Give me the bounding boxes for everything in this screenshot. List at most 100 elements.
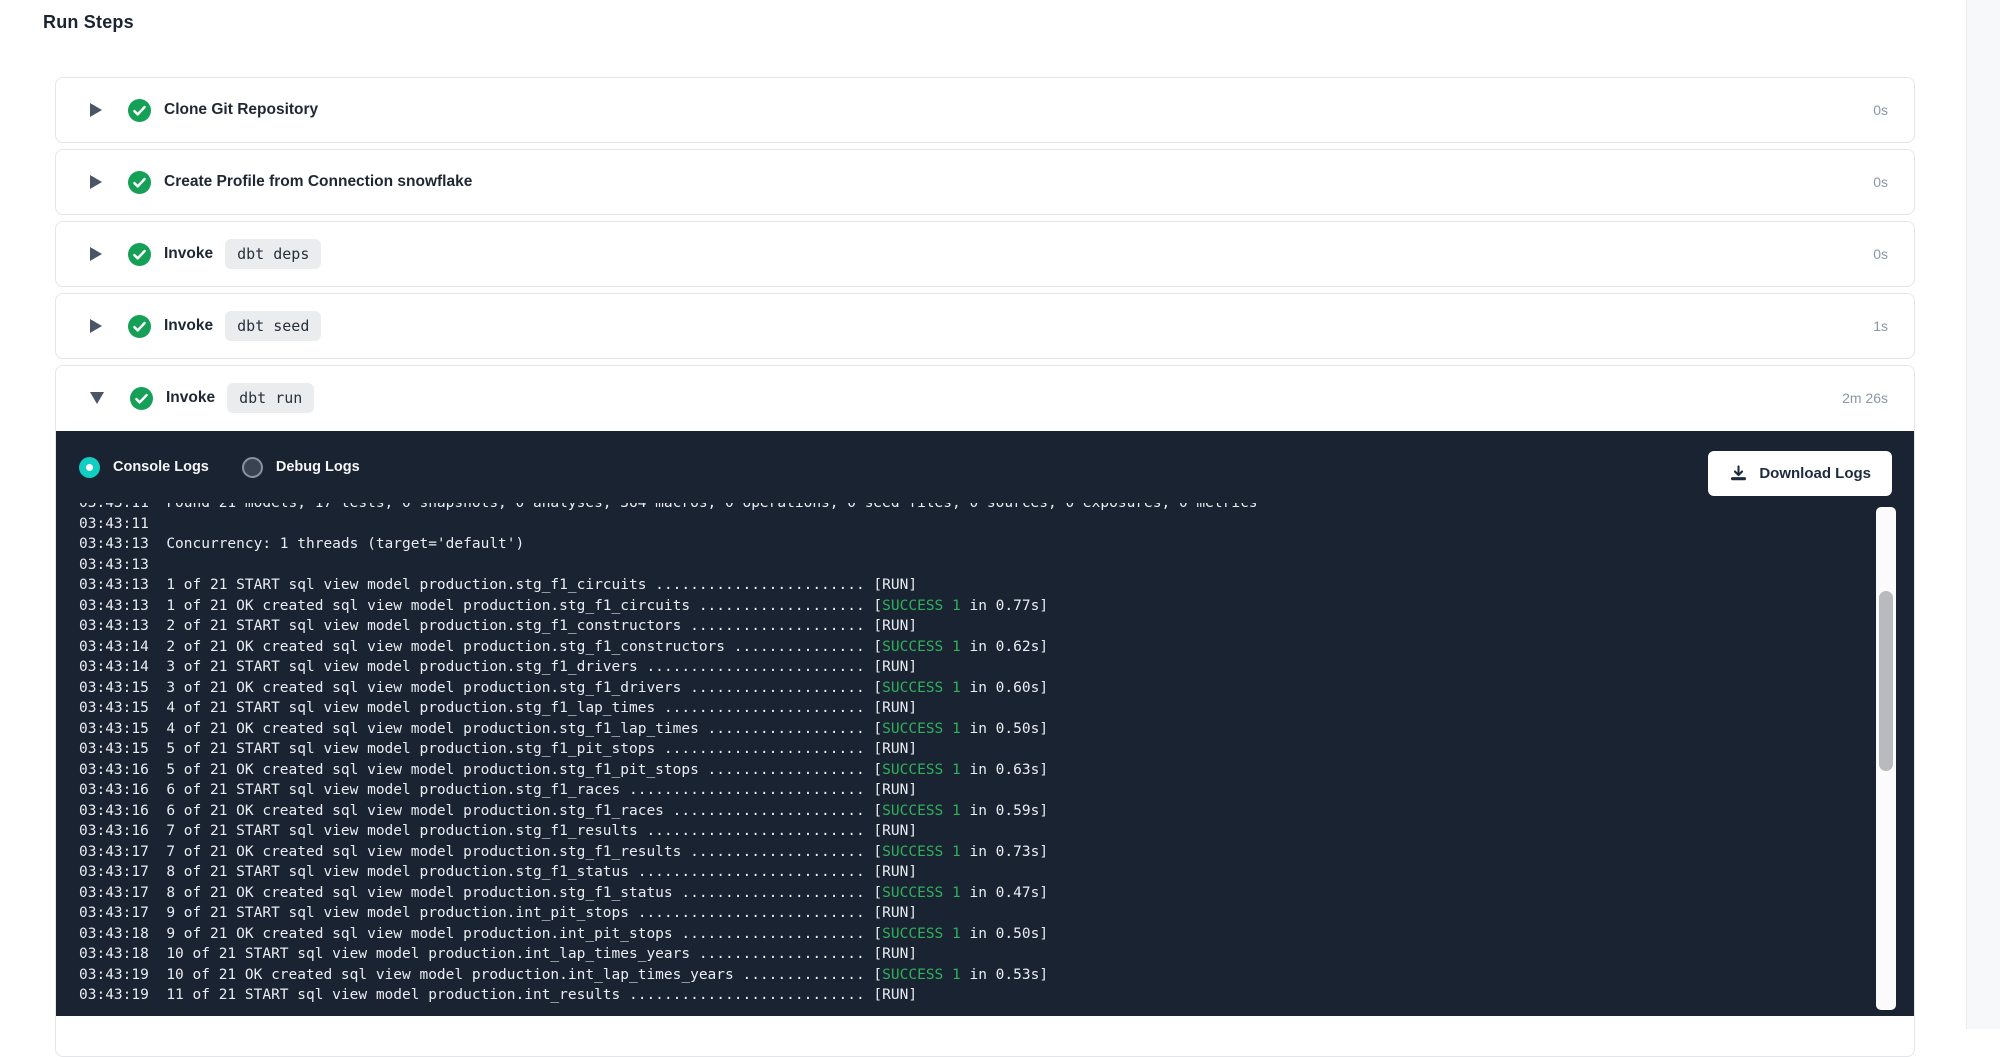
log-status-success: SUCCESS 1 — [882, 598, 961, 614]
log-message: Concurrency: 1 threads (target='default'… — [166, 536, 524, 552]
log-line: 03:43:13 2 of 21 START sql view model pr… — [79, 616, 1914, 637]
log-timestamp: 03:43:16 — [79, 762, 149, 778]
step-duration: 0s — [1873, 102, 1888, 118]
log-status-tail: in 0.59s] — [961, 803, 1048, 819]
log-status-success: SUCCESS 1 — [882, 721, 961, 737]
log-status-success: SUCCESS 1 — [882, 967, 961, 983]
log-line: 03:43:13 1 of 21 OK created sql view mod… — [79, 596, 1914, 617]
log-message: 5 of 21 OK created sql view model produc… — [166, 762, 864, 778]
step-row[interactable]: Invoke dbt seed 1s — [56, 294, 1914, 358]
debug-logs-radio[interactable]: Debug Logs — [242, 457, 360, 478]
page-gutter — [1966, 0, 2000, 1029]
log-line: 03:43:18 9 of 21 OK created sql view mod… — [79, 924, 1914, 945]
log-status-tail: in 0.63s] — [961, 762, 1048, 778]
step-duration: 1s — [1873, 318, 1888, 334]
log-timestamp: 03:43:15 — [79, 741, 149, 757]
console-logs-label: Console Logs — [113, 459, 209, 475]
log-message: 1 of 21 OK created sql view model produc… — [166, 598, 864, 614]
step-row[interactable]: Create Profile from Connection snowflake… — [56, 150, 1914, 214]
log-status-tail: RUN] — [882, 905, 917, 921]
console-log-output[interactable]: 03:43:11 Found 21 models, 17 tests, 0 sn… — [56, 503, 1914, 1016]
success-check-icon — [128, 171, 151, 194]
log-status-success: SUCCESS 1 — [882, 762, 961, 778]
log-message: 7 of 21 START sql view model production.… — [166, 823, 864, 839]
log-message: 6 of 21 OK created sql view model produc… — [166, 803, 864, 819]
chevron-right-icon[interactable] — [90, 175, 102, 189]
step-duration: 0s — [1873, 246, 1888, 262]
log-timestamp: 03:43:13 — [79, 557, 149, 573]
log-timestamp: 03:43:15 — [79, 700, 149, 716]
log-message: 4 of 21 OK created sql view model produc… — [166, 721, 864, 737]
log-status-success: SUCCESS 1 — [882, 885, 961, 901]
log-status-success: SUCCESS 1 — [882, 803, 961, 819]
log-timestamp: 03:43:16 — [79, 803, 149, 819]
log-line: 03:43:15 4 of 21 OK created sql view mod… — [79, 719, 1914, 740]
log-line: 03:43:15 4 of 21 START sql view model pr… — [79, 698, 1914, 719]
log-line: 03:43:17 8 of 21 OK created sql view mod… — [79, 883, 1914, 904]
chevron-right-icon[interactable] — [90, 103, 102, 117]
run-steps-list: Clone Git Repository0s Create Profile fro… — [55, 77, 1915, 1057]
log-line: 03:43:14 3 of 21 START sql view model pr… — [79, 657, 1914, 678]
log-status-tail: RUN] — [882, 864, 917, 880]
step-label: Create Profile from Connection snowflake — [164, 173, 472, 191]
log-status-success: SUCCESS 1 — [882, 639, 961, 655]
log-line: 03:43:16 5 of 21 OK created sql view mod… — [79, 760, 1914, 781]
download-logs-button[interactable]: Download Logs — [1708, 451, 1892, 496]
log-line: 03:43:19 11 of 21 START sql view model p… — [79, 985, 1914, 1006]
log-scrollbar-track[interactable] — [1876, 507, 1896, 1010]
log-message: 10 of 21 START sql view model production… — [166, 946, 864, 962]
log-line: 03:43:17 8 of 21 START sql view model pr… — [79, 862, 1914, 883]
log-timestamp: 03:43:18 — [79, 946, 149, 962]
log-status-tail: in 0.53s] — [961, 967, 1048, 983]
radio-selected-icon[interactable] — [79, 457, 100, 478]
chevron-right-icon[interactable] — [90, 247, 102, 261]
log-scrollbar-thumb[interactable] — [1879, 591, 1893, 771]
log-message: 10 of 21 OK created sql view model produ… — [166, 967, 864, 983]
step-label: Invoke — [164, 245, 213, 263]
log-line: 03:43:11 — [79, 514, 1914, 535]
step-command-badge: dbt deps — [225, 239, 321, 269]
step-label: Invoke — [164, 317, 213, 335]
log-status-tail: in 0.73s] — [961, 844, 1048, 860]
step-card: Clone Git Repository0s — [55, 77, 1915, 143]
log-message: 9 of 21 OK created sql view model produc… — [166, 926, 864, 942]
log-timestamp: 03:43:17 — [79, 885, 149, 901]
chevron-down-icon[interactable] — [90, 392, 104, 404]
chevron-right-icon[interactable] — [90, 319, 102, 333]
log-timestamp: 03:43:11 — [79, 503, 149, 511]
success-check-icon — [130, 387, 153, 410]
log-message: 6 of 21 START sql view model production.… — [166, 782, 864, 798]
success-check-icon — [128, 99, 151, 122]
log-status-tail: in 0.50s] — [961, 721, 1048, 737]
log-timestamp: 03:43:15 — [79, 680, 149, 696]
log-line: 03:43:15 3 of 21 OK created sql view mod… — [79, 678, 1914, 699]
console-logs-radio[interactable]: Console Logs — [79, 457, 209, 478]
log-lines: 03:43:11 Found 21 models, 17 tests, 0 sn… — [79, 503, 1914, 1006]
log-timestamp: 03:43:16 — [79, 823, 149, 839]
step-command-badge: dbt seed — [225, 311, 321, 341]
radio-unselected-icon[interactable] — [242, 457, 263, 478]
log-message: 4 of 21 START sql view model production.… — [166, 700, 864, 716]
debug-logs-label: Debug Logs — [276, 459, 360, 475]
log-line: 03:43:17 9 of 21 START sql view model pr… — [79, 903, 1914, 924]
step-command-badge: dbt run — [227, 383, 314, 413]
log-timestamp: 03:43:18 — [79, 926, 149, 942]
log-message: 1 of 21 START sql view model production.… — [166, 577, 864, 593]
console-toolbar: Console Logs Debug Logs Download Logs — [56, 431, 1914, 503]
log-status-tail: RUN] — [882, 987, 917, 1003]
step-duration: 0s — [1873, 174, 1888, 190]
log-status-tail: in 0.60s] — [961, 680, 1048, 696]
step-row[interactable]: Invokedbt run2m 26s — [56, 366, 1914, 430]
step-label: Invoke — [166, 389, 215, 407]
step-row[interactable]: Invoke dbt deps 0s — [56, 222, 1914, 286]
log-message: 8 of 21 OK created sql view model produc… — [166, 885, 864, 901]
log-timestamp: 03:43:17 — [79, 844, 149, 860]
step-card: Invoke dbt deps 0s — [55, 221, 1915, 287]
step-row[interactable]: Clone Git Repository0s — [56, 78, 1914, 142]
log-timestamp: 03:43:14 — [79, 659, 149, 675]
log-message: 11 of 21 START sql view model production… — [166, 987, 864, 1003]
log-status-tail: in 0.62s] — [961, 639, 1048, 655]
log-message: 3 of 21 OK created sql view model produc… — [166, 680, 864, 696]
log-timestamp: 03:43:19 — [79, 987, 149, 1003]
log-line: 03:43:18 10 of 21 START sql view model p… — [79, 944, 1914, 965]
